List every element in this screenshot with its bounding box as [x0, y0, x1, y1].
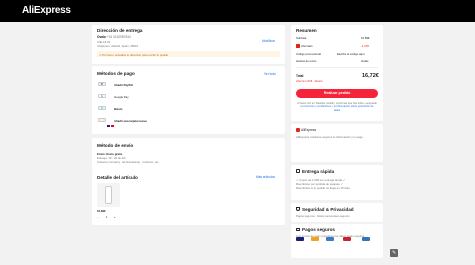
protection-text: AliExpress mantiene seguros tu informaci… [296, 135, 363, 139]
more-items-link[interactable]: Más artículos [256, 175, 275, 179]
discount-label: Ahorrado [301, 44, 313, 48]
security-card: Seguridad & Privacidad Pagos seguros · D… [291, 203, 383, 222]
summary-card: Resumen Subtotal 16,89€ Ahorrado -1,97€ … [291, 25, 383, 121]
aliexpress-logo[interactable]: AliExpress [22, 5, 71, 16]
item-card: Detalle del artículo Más artículos 16,89… [92, 171, 285, 225]
address-card: Dirección de entrega Ovalo +34 316298784… [92, 25, 285, 64]
product-image[interactable] [97, 183, 120, 207]
item-price: 16,89€ [97, 209, 106, 213]
payment-option-label: Google Pay [114, 95, 129, 99]
delivery-title: Método de envío [97, 143, 134, 148]
security-title: Seguridad & Privacidad [302, 207, 354, 212]
mastercard-icon [311, 237, 319, 241]
aliexpress-badge-icon [296, 128, 300, 132]
card-brand-icons [107, 124, 117, 127]
legal-text: Al hacer clic en 'Realizar pedido', conf… [297, 102, 377, 112]
protection-card: AliExpress AliExpress mantiene seguros t… [291, 124, 383, 162]
fast-delivery-line: Reembolso si tu pedido no llega en 15 dí… [296, 186, 350, 190]
card-icon [296, 228, 300, 231]
promo-label: Código promocional [296, 52, 321, 56]
privacy-link[interactable]: Información sobre protección de datos [334, 105, 374, 111]
summary-divider [296, 67, 378, 68]
protection-title: AliExpress [301, 128, 317, 132]
address-city: Chapinero, Madrid, Spain, 28001 [97, 43, 139, 48]
item-title: Detalle del artículo [97, 175, 138, 180]
visa-icon [296, 237, 304, 241]
address-title: Dirección de entrega [97, 28, 143, 33]
shipping-value: Gratis [361, 59, 369, 63]
shield-icon [296, 207, 300, 211]
promo-code-input[interactable]: Escribe el código aquí [337, 52, 365, 56]
fast-delivery-title: Entrega rápida [302, 169, 335, 174]
paypal-icon: P [98, 82, 106, 86]
subtotal-value: 16,89€ [361, 36, 370, 40]
quantity-stepper: − 1 + [97, 215, 119, 219]
payment-option-label: Bizum [114, 107, 123, 111]
top-bar: AliExpress [0, 0, 475, 22]
total-value: 16,72€ [362, 73, 379, 79]
googlepay-icon: G [98, 94, 106, 98]
increase-quantity-button[interactable]: + [114, 215, 116, 219]
bizum-icon: b [98, 106, 106, 110]
payment-title: Métodos de pago [97, 71, 135, 76]
maestro-icon [343, 237, 351, 241]
paypal-icon [326, 237, 334, 241]
edit-address-link[interactable]: Modificar [262, 39, 275, 43]
payment-logos [296, 237, 376, 245]
secure-payments-title: Pagos seguros [302, 227, 335, 232]
terms-link[interactable]: términos y condiciones [305, 105, 331, 108]
payment-view-all-link[interactable]: Ver todo [264, 72, 276, 76]
delivery-card: Método de envío Envío: Envío gratis Entr… [92, 138, 285, 171]
address-name: Ovalo +34 3162987844 [97, 35, 131, 39]
discount-value: -1,97€ [361, 44, 369, 48]
delivery-carrier: Cobertor company · El Aussieshop · Cober… [97, 160, 160, 164]
amex-icon [362, 237, 370, 241]
payment-card: Métodos de pago Ver todo P Añadir PayPal… [92, 66, 285, 134]
feedback-button[interactable]: ✎ [390, 249, 398, 257]
secure-payments-card: Pagos seguros Con socios de pago popular… [291, 224, 383, 258]
card-icon [98, 118, 106, 122]
discount-check-icon [296, 44, 300, 48]
decrease-quantity-button[interactable]: − [97, 215, 99, 219]
truck-icon [296, 169, 300, 173]
total-savings: Ahorra 1,97€ · Ahorro [296, 79, 323, 83]
shipping-label: Gastos de envío [296, 59, 317, 63]
summary-title: Resumen [296, 28, 317, 33]
fast-delivery-card: Entrega rápida ✓ Cupón de 1,00€ por entr… [291, 165, 383, 200]
subtotal-label: Subtotal [296, 36, 307, 40]
security-text: Pagos seguros · Datos personales seguros [296, 214, 350, 218]
payment-option-label: Añadir PayPal [114, 83, 133, 87]
total-label: Total [296, 74, 304, 78]
quantity-value[interactable]: 1 [106, 215, 108, 219]
place-order-button[interactable]: Realizar pedido [296, 89, 378, 98]
edit-icon: ✎ [392, 250, 397, 256]
address-notice: ⚠ Por favor, actualiza tu dirección para… [97, 51, 280, 57]
payment-option-label: Añadir una tarjeta nueva [114, 119, 147, 123]
